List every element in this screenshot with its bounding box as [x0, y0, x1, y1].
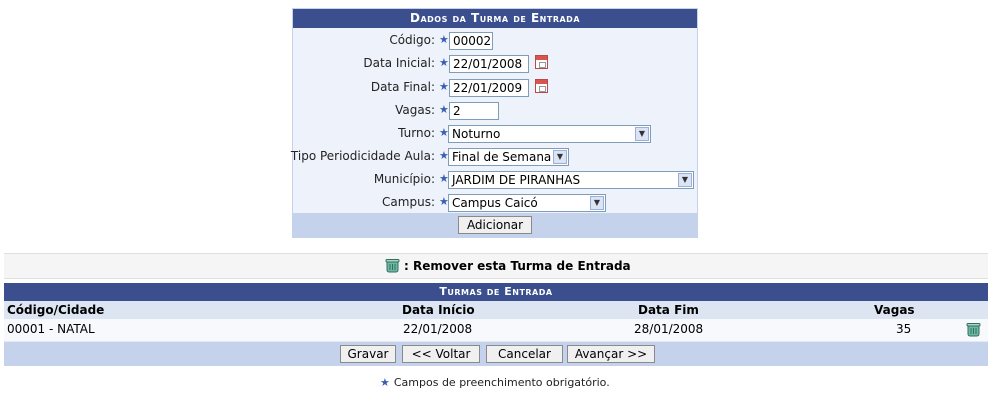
calendar-icon[interactable] — [535, 79, 548, 93]
gravar-button[interactable]: Gravar — [340, 345, 396, 363]
chevron-down-icon[interactable]: ▼ — [635, 127, 649, 141]
chevron-down-icon[interactable]: ▼ — [553, 150, 567, 164]
campus-selected-value: Campus Caicó — [452, 196, 538, 210]
field-turno: Turno: ★ Noturno ▼ — [293, 124, 697, 146]
field-vagas: Vagas: ★ 2 — [293, 101, 697, 123]
form-title: Dados da Turma de Entrada — [293, 9, 697, 28]
column-header-vagas: Vagas — [874, 303, 915, 317]
required-star-icon: ★ — [439, 103, 449, 116]
codigo-label: Código: — [389, 33, 435, 47]
cell-vagas: 35 — [896, 322, 912, 336]
legend-bar: : Remover esta Turma de Entrada — [4, 253, 988, 279]
cell-codigo-cidade: 00001 - NATAL — [7, 322, 95, 336]
tipo-periodicidade-selected-value: Final de Semana — [452, 150, 552, 164]
turno-select[interactable]: Noturno ▼ — [448, 125, 651, 143]
field-tipo-periodicidade: Tipo Periodicidade Aula: ★ Final de Sema… — [290, 147, 697, 169]
form-panel: Dados da Turma de Entrada Código: ★ 0000… — [290, 8, 698, 238]
tipo-periodicidade-label: Tipo Periodicidade Aula: — [290, 149, 435, 163]
adicionar-button[interactable]: Adicionar — [458, 216, 532, 234]
required-star-icon: ★ — [439, 56, 449, 69]
data-inicial-label: Data Inicial: — [363, 56, 435, 70]
note-text: Campos de preenchimento obrigatório. — [393, 376, 610, 389]
column-header-codigo-cidade: Código/Cidade — [7, 303, 105, 317]
required-fields-note: ★ Campos de preenchimento obrigatório. — [380, 376, 610, 389]
column-header-data-inicio: Data Início — [402, 303, 475, 317]
cancelar-button[interactable]: Cancelar — [486, 345, 563, 363]
codigo-input[interactable]: 00002 — [449, 32, 493, 50]
required-star-icon: ★ — [439, 80, 449, 93]
chevron-down-icon[interactable]: ▼ — [590, 196, 604, 210]
legend-text: : Remover esta Turma de Entrada — [404, 259, 631, 273]
municipio-selected-value: JARDIM DE PIRANHAS — [452, 173, 581, 187]
turno-label: Turno: — [398, 126, 435, 140]
field-campus: Campus: ★ Campus Caicó ▼ — [293, 193, 697, 215]
form-footer: Adicionar — [293, 213, 697, 237]
tipo-periodicidade-select[interactable]: Final de Semana ▼ — [448, 148, 569, 166]
data-inicial-input[interactable]: 22/01/2008 — [449, 55, 529, 73]
required-star-icon: ★ — [439, 33, 449, 46]
field-data-inicial: Data Inicial: ★ 22/01/2008 — [293, 54, 697, 76]
data-final-input[interactable]: 22/01/2009 — [449, 79, 529, 97]
vagas-input[interactable]: 2 — [449, 102, 499, 120]
data-final-label: Data Final: — [370, 80, 435, 94]
field-municipio: Município: ★ JARDIM DE PIRANHAS ▼ — [293, 170, 697, 192]
required-star-icon: ★ — [380, 376, 390, 389]
municipio-select[interactable]: JARDIM DE PIRANHAS ▼ — [448, 171, 694, 189]
list-title: Turmas de Entrada — [4, 283, 988, 301]
vagas-label: Vagas: — [395, 103, 435, 117]
voltar-button[interactable]: << Voltar — [402, 345, 480, 363]
field-codigo: Código: ★ 00002 — [293, 31, 697, 53]
trash-icon — [385, 258, 400, 273]
avancar-button[interactable]: Avançar >> — [567, 345, 655, 363]
table-header: Código/Cidade Data Início Data Fim Vagas — [4, 301, 988, 319]
campus-select[interactable]: Campus Caicó ▼ — [448, 194, 606, 212]
municipio-label: Município: — [373, 172, 435, 186]
column-header-data-fim: Data Fim — [638, 303, 699, 317]
chevron-down-icon[interactable]: ▼ — [678, 173, 692, 187]
cell-data-fim: 28/01/2008 — [634, 322, 704, 336]
calendar-icon[interactable] — [535, 55, 548, 69]
field-data-final: Data Final: ★ 22/01/2009 — [293, 78, 697, 100]
campus-label: Campus: — [382, 195, 435, 209]
remove-trash-icon[interactable] — [966, 322, 981, 337]
list-footer: Gravar << Voltar Cancelar Avançar >> — [4, 342, 988, 366]
table-row: 00001 - NATAL 22/01/2008 28/01/2008 35 — [4, 319, 988, 342]
turno-selected-value: Noturno — [452, 127, 501, 141]
cell-data-inicio: 22/01/2008 — [403, 322, 473, 336]
